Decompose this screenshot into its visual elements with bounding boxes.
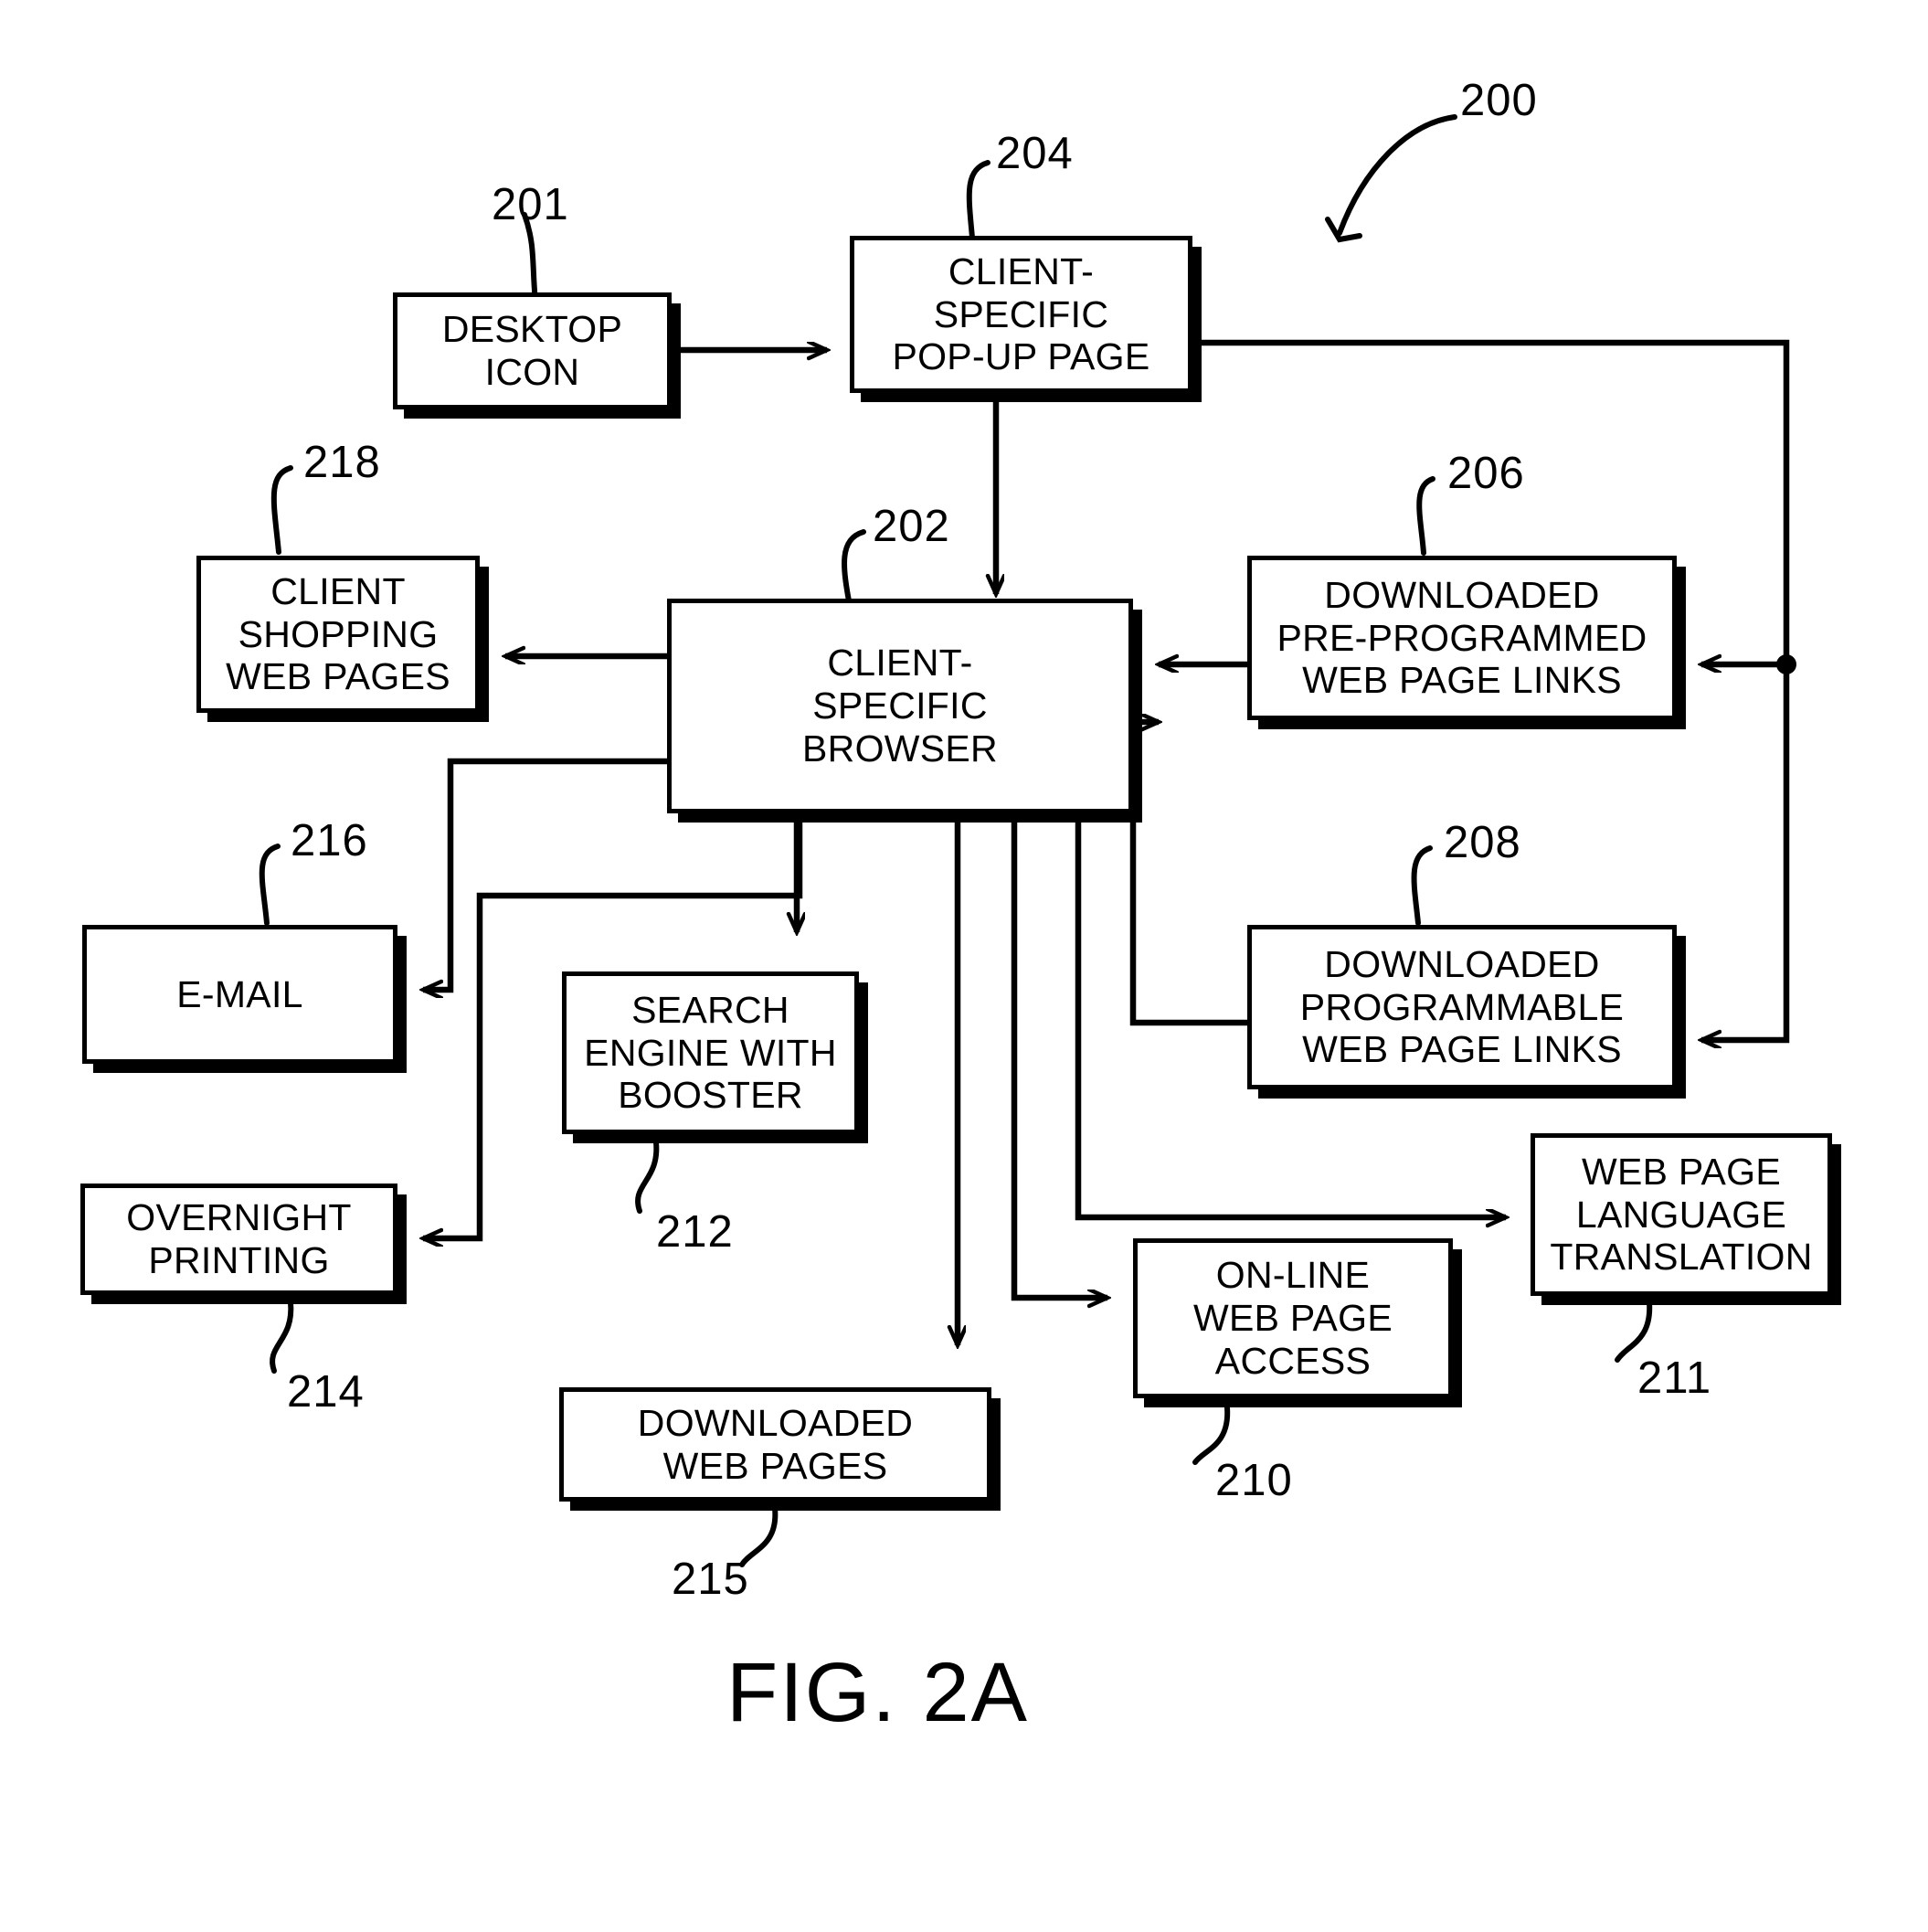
node-client-specific-browser[interactable]: CLIENT- SPECIFIC BROWSER (667, 599, 1133, 813)
node-212-line-0: SEARCH (631, 988, 789, 1031)
ref-200-system: 200 (1460, 76, 1538, 125)
ref-208: 208 (1444, 818, 1521, 867)
node-client-shopping-web-pages[interactable]: CLIENT SHOPPING WEB PAGES (196, 556, 480, 713)
node-downloaded-web-pages[interactable]: DOWNLOADED WEB PAGES (559, 1387, 991, 1502)
node-210-line-1: WEB PAGE (1192, 1297, 1393, 1340)
node-browser-line-1: SPECIFIC (812, 685, 988, 727)
node-211-line-2: TRANSLATION (1550, 1236, 1813, 1279)
node-211-line-0: WEB PAGE (1581, 1150, 1782, 1193)
node-browser-line-2: BROWSER (802, 727, 998, 770)
ref-202: 202 (873, 502, 950, 551)
node-214-line-1: PRINTING (148, 1239, 330, 1281)
ref-215: 215 (672, 1555, 749, 1604)
node-208-line-2: WEB PAGE LINKS (1302, 1028, 1622, 1071)
node-208-line-1: PROGRAMMABLE (1299, 985, 1625, 1028)
node-215-line-0: DOWNLOADED (637, 1401, 914, 1444)
node-208-line-0: DOWNLOADED (1324, 942, 1600, 985)
node-web-page-language-translation[interactable]: WEB PAGE LANGUAGE TRANSLATION (1531, 1133, 1832, 1296)
node-pop-up-line-0: CLIENT- (948, 249, 1095, 292)
node-210-line-2: ACCESS (1214, 1339, 1372, 1382)
ref-210: 210 (1215, 1456, 1293, 1505)
ref-204: 204 (996, 129, 1074, 178)
node-pop-up-line-1: SPECIFIC (933, 292, 1109, 335)
figure-label: FIG. 2A (726, 1646, 1029, 1739)
node-215-line-1: WEB PAGES (662, 1444, 888, 1487)
node-desktop-icon-line-1: ICON (484, 351, 580, 393)
ref-211: 211 (1637, 1353, 1712, 1403)
ref-216: 216 (291, 816, 368, 865)
node-search-engine-with-booster[interactable]: SEARCH ENGINE WITH BOOSTER (562, 971, 859, 1134)
node-desktop-icon-line-0: DESKTOP (441, 308, 623, 351)
node-206-line-1: PRE-PROGRAMMED (1277, 616, 1647, 659)
ref-212: 212 (656, 1207, 734, 1257)
node-on-line-web-page-access[interactable]: ON-LINE WEB PAGE ACCESS (1133, 1238, 1453, 1398)
ref-214: 214 (287, 1367, 365, 1417)
node-shopping-line-1: SHOPPING (238, 612, 439, 655)
node-206-line-2: WEB PAGE LINKS (1302, 659, 1622, 702)
node-desktop-icon[interactable]: DESKTOP ICON (393, 292, 672, 409)
node-email-line-0: E-MAIL (176, 972, 303, 1015)
ref-218: 218 (303, 438, 381, 487)
node-212-line-2: BOOSTER (618, 1074, 803, 1117)
node-downloaded-programmable-web-page-links[interactable]: DOWNLOADED PROGRAMMABLE WEB PAGE LINKS (1247, 925, 1677, 1089)
node-browser-line-0: CLIENT- (827, 642, 973, 685)
node-shopping-line-0: CLIENT (270, 569, 406, 612)
node-overnight-printing[interactable]: OVERNIGHT PRINTING (80, 1184, 397, 1295)
node-206-line-0: DOWNLOADED (1324, 573, 1600, 616)
node-pop-up-line-2: POP-UP PAGE (892, 335, 1150, 378)
node-shopping-line-2: WEB PAGES (226, 655, 450, 698)
node-210-line-0: ON-LINE (1215, 1254, 1371, 1297)
node-211-line-1: LANGUAGE (1575, 1193, 1787, 1236)
node-e-mail[interactable]: E-MAIL (82, 925, 397, 1064)
patent-figure-2a: DESKTOP ICON 201 CLIENT- SPECIFIC POP-UP… (0, 0, 1928, 1932)
node-client-specific-pop-up-page[interactable]: CLIENT- SPECIFIC POP-UP PAGE (850, 236, 1192, 393)
ref-206: 206 (1447, 449, 1525, 498)
node-212-line-1: ENGINE WITH (584, 1031, 837, 1074)
node-214-line-0: OVERNIGHT (126, 1196, 352, 1239)
ref-201: 201 (492, 180, 569, 229)
node-downloaded-pre-programmed-web-page-links[interactable]: DOWNLOADED PRE-PROGRAMMED WEB PAGE LINKS (1247, 556, 1677, 720)
